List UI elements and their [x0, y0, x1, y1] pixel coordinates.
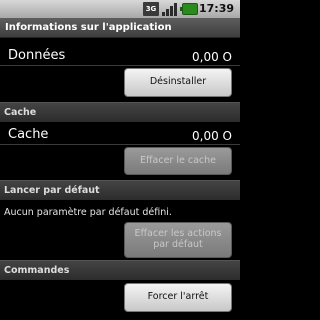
divider [0, 65, 240, 66]
clear-defaults-line2: par défaut [153, 239, 203, 250]
data-size-value: 0,00 O [192, 50, 232, 64]
page-title: Informations sur l'application [5, 22, 172, 33]
section-title: Lancer par défaut [4, 185, 100, 196]
clear-defaults-button[interactable]: Effacer les actions par défaut [124, 222, 232, 258]
title-bar: Informations sur l'application [0, 18, 240, 38]
divider [0, 144, 240, 145]
force-stop-button[interactable]: Forcer l'arrêt [124, 283, 232, 312]
section-header-controls: Commandes [0, 260, 240, 280]
uninstall-button[interactable]: Désinstaller [124, 68, 232, 97]
status-clock: 17:39 [198, 2, 234, 15]
section-title: Cache [4, 107, 37, 118]
data-label: Données [8, 48, 66, 63]
section-header-launch-default: Lancer par défaut [0, 180, 240, 200]
section-header-cache: Cache [0, 102, 240, 122]
battery-charging-icon [180, 3, 198, 15]
network-3g-icon: 3G [143, 2, 159, 16]
signal-strength-icon [162, 2, 178, 16]
section-title: Commandes [4, 265, 70, 276]
status-bar: 3G 17:39 [0, 0, 240, 18]
clear-cache-button[interactable]: Effacer le cache [124, 147, 232, 175]
cache-size-value: 0,00 O [192, 129, 232, 143]
no-defaults-hint: Aucun paramètre par défaut défini. [4, 207, 172, 218]
cache-label: Cache [8, 127, 49, 142]
